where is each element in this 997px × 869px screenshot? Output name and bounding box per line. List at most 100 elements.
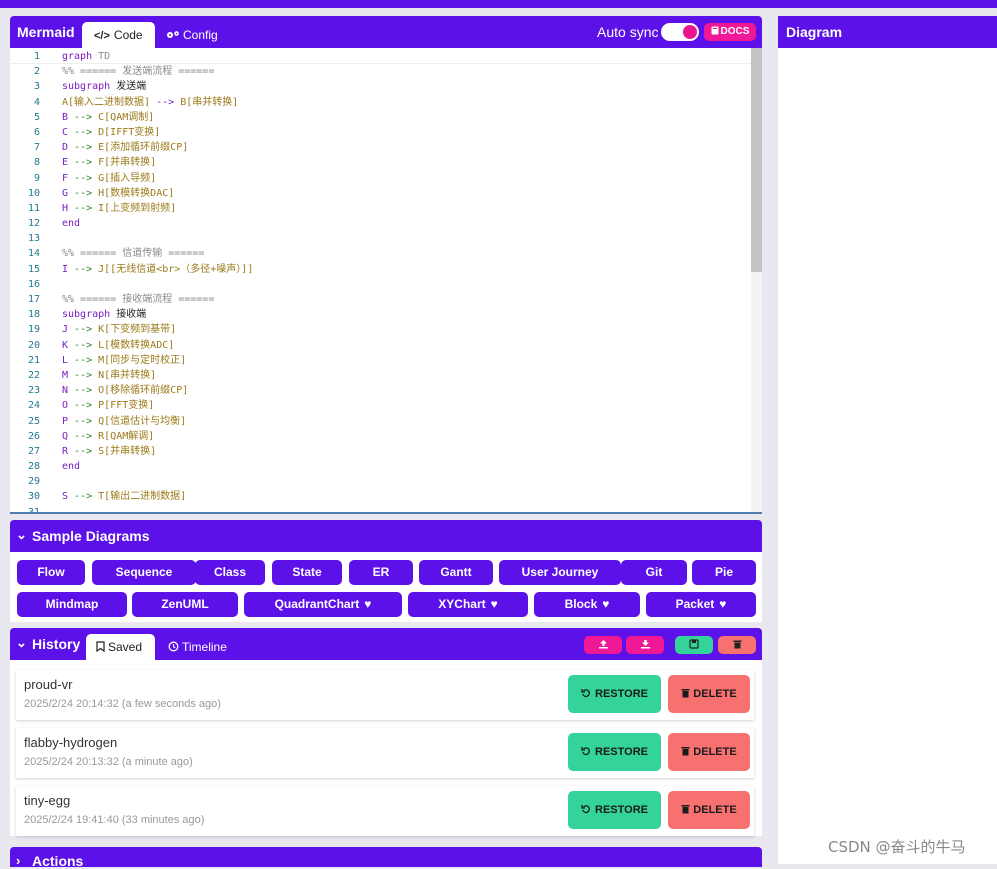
restore-button[interactable]: RESTORE [568,675,661,713]
code-text: L --> M[同步与定时校正] [62,353,186,368]
sample-git-button[interactable]: Git [621,560,687,585]
code-line[interactable]: 26 Q --> R[QAM解调] [10,429,762,444]
code-line[interactable]: 15 I --> J[[无线信道<br>（多径+噪声）]] [10,262,762,277]
code-token: --> [74,142,99,154]
sample-label: Packet [675,597,715,611]
sample-class-button[interactable]: Class [195,560,265,585]
heart-icon: ♥ [490,597,498,611]
sample-packet-button[interactable]: Packet ♥ [646,592,756,617]
code-token: H[数模转换DAC] [98,187,175,199]
sample-flow-button[interactable]: Flow [17,560,85,585]
sample-er-button[interactable]: ER [349,560,413,585]
code-token: F[并串转换] [98,157,157,169]
history-clock-icon [168,641,179,652]
toggle-knob [683,25,697,39]
clear-history-button[interactable] [718,636,756,654]
sample-mindmap-button[interactable]: Mindmap [17,592,127,617]
code-line[interactable]: 23 N --> O[移除循环前缀CP] [10,383,762,398]
sample-xychart-button[interactable]: XYChart ♥ [408,592,528,617]
code-text: R --> S[并串转换] [62,444,156,459]
tab-code[interactable]: </> Code [82,22,155,48]
tab-config[interactable]: Config [154,22,230,48]
code-token: --> [74,491,99,503]
editor-scrollbar[interactable] [751,48,762,514]
history-item: proud-vr 2025/2/24 20:14:32 (a few second… [16,670,754,720]
code-line[interactable]: 10 G --> H[数模转换DAC] [10,186,762,201]
code-line[interactable]: 8 E --> F[并串转换] [10,155,762,170]
code-token: --> [74,324,99,336]
delete-button[interactable]: DELETE [668,791,750,829]
code-line[interactable]: 6 C --> D[IFFT变换] [10,125,762,140]
scrollbar-thumb[interactable] [751,48,762,272]
code-line[interactable]: 19 J --> K[下变频到基带] [10,322,762,337]
tab-saved[interactable]: Saved [86,634,155,660]
code-line[interactable]: 28 end [10,459,762,474]
code-line[interactable]: 29 [10,474,762,489]
code-line[interactable]: 16 [10,277,762,292]
restore-button[interactable]: RESTORE [568,791,661,829]
diagram-panel: Diagram [778,16,997,864]
delete-button[interactable]: DELETE [668,675,750,713]
auto-sync-toggle[interactable] [661,23,699,41]
line-number: 23 [27,385,40,397]
code-line[interactable]: 18 subgraph 接收端 [10,307,762,322]
delete-button[interactable]: DELETE [668,733,750,771]
code-line[interactable]: 5 B --> C[QAM调制] [10,110,762,125]
sample-gantt-button[interactable]: Gantt [419,560,493,585]
code-line[interactable]: 1 graph TD [10,49,762,65]
sample-quadrantchart-button[interactable]: QuadrantChart ♥ [244,592,402,617]
tab-timeline[interactable]: Timeline [168,634,227,660]
code-line[interactable]: 24 O --> P[FFT变换] [10,398,762,413]
sample-pie-button[interactable]: Pie [692,560,756,585]
chevron-down-icon[interactable]: ⌄ [16,635,27,651]
line-number: 6 [33,126,40,138]
code-token: --> [74,187,99,199]
code-line[interactable]: 30 S --> T[输出二进制数据] [10,489,762,504]
code-line[interactable]: 27 R --> S[并串转换] [10,444,762,459]
actions-header[interactable]: › Actions [10,847,762,869]
line-number: 17 [27,294,40,305]
sample-sequence-button[interactable]: Sequence [92,560,196,585]
save-button[interactable] [675,636,713,654]
code-token: D[IFFT变换] [98,126,161,138]
top-accent-bar [0,0,997,8]
code-line[interactable]: 14 %% ====== 信道传输 ====== [10,246,762,261]
sample-block-button[interactable]: Block ♥ [534,592,640,617]
code-token: subgraph [62,81,117,93]
docs-button[interactable]: DOCS [704,23,756,41]
sample-user-journey-button[interactable]: User Journey [499,560,621,585]
code-line[interactable]: 9 F --> G[插入导频] [10,171,762,186]
sample-label: Block [564,597,598,611]
code-editor[interactable]: 1 graph TD 2 %% ====== 发送端流程 ====== 3 subgrap… [10,48,762,514]
samples-body: Flow Sequence Class State ER Gantt User Journe… [10,552,762,622]
sample-zenuml-button[interactable]: ZenUML [132,592,238,617]
code-line[interactable]: 13 [10,231,762,246]
code-line[interactable]: 25 P --> Q[信道估计与均衡] [10,414,762,429]
code-icon: </> [94,30,110,42]
code-line[interactable]: 7 D --> E[添加循环前缀CP] [10,140,762,155]
code-line[interactable]: 2 %% ====== 发送端流程 ====== [10,64,762,79]
code-line[interactable]: 4 A[输入二进制数据] --> B[串并转换] [10,95,762,110]
download-button[interactable] [626,636,664,654]
code-line[interactable]: 20 K --> L[模数转换ADC] [10,338,762,353]
sample-state-button[interactable]: State [272,560,342,585]
code-text: P --> Q[信道估计与均衡] [62,414,186,429]
code-line[interactable]: 11 H --> I[上变频到射频] [10,201,762,216]
code-token: F [62,172,75,184]
samples-header[interactable]: ⌄ Sample Diagrams [10,520,762,552]
code-token: --> [74,385,99,397]
restore-button[interactable]: RESTORE [568,733,661,771]
code-token: C[QAM调制] [98,111,155,123]
code-line[interactable]: 22 M --> N[串并转换] [10,368,762,383]
bookmark-icon [96,641,105,653]
code-line[interactable]: 12 end [10,216,762,231]
code-line[interactable]: 17 %% ====== 接收端流程 ====== [10,292,762,307]
code-line[interactable]: 3 subgraph 发送端 [10,79,762,94]
upload-button[interactable] [584,636,622,654]
code-text: H --> I[上变频到射频] [62,201,176,216]
code-token: --> [74,126,99,138]
code-line[interactable]: 21 L --> M[同步与定时校正] [10,353,762,368]
line-number: 3 [33,81,40,93]
heart-icon: ♥ [719,597,727,611]
code-token: J [62,324,75,336]
